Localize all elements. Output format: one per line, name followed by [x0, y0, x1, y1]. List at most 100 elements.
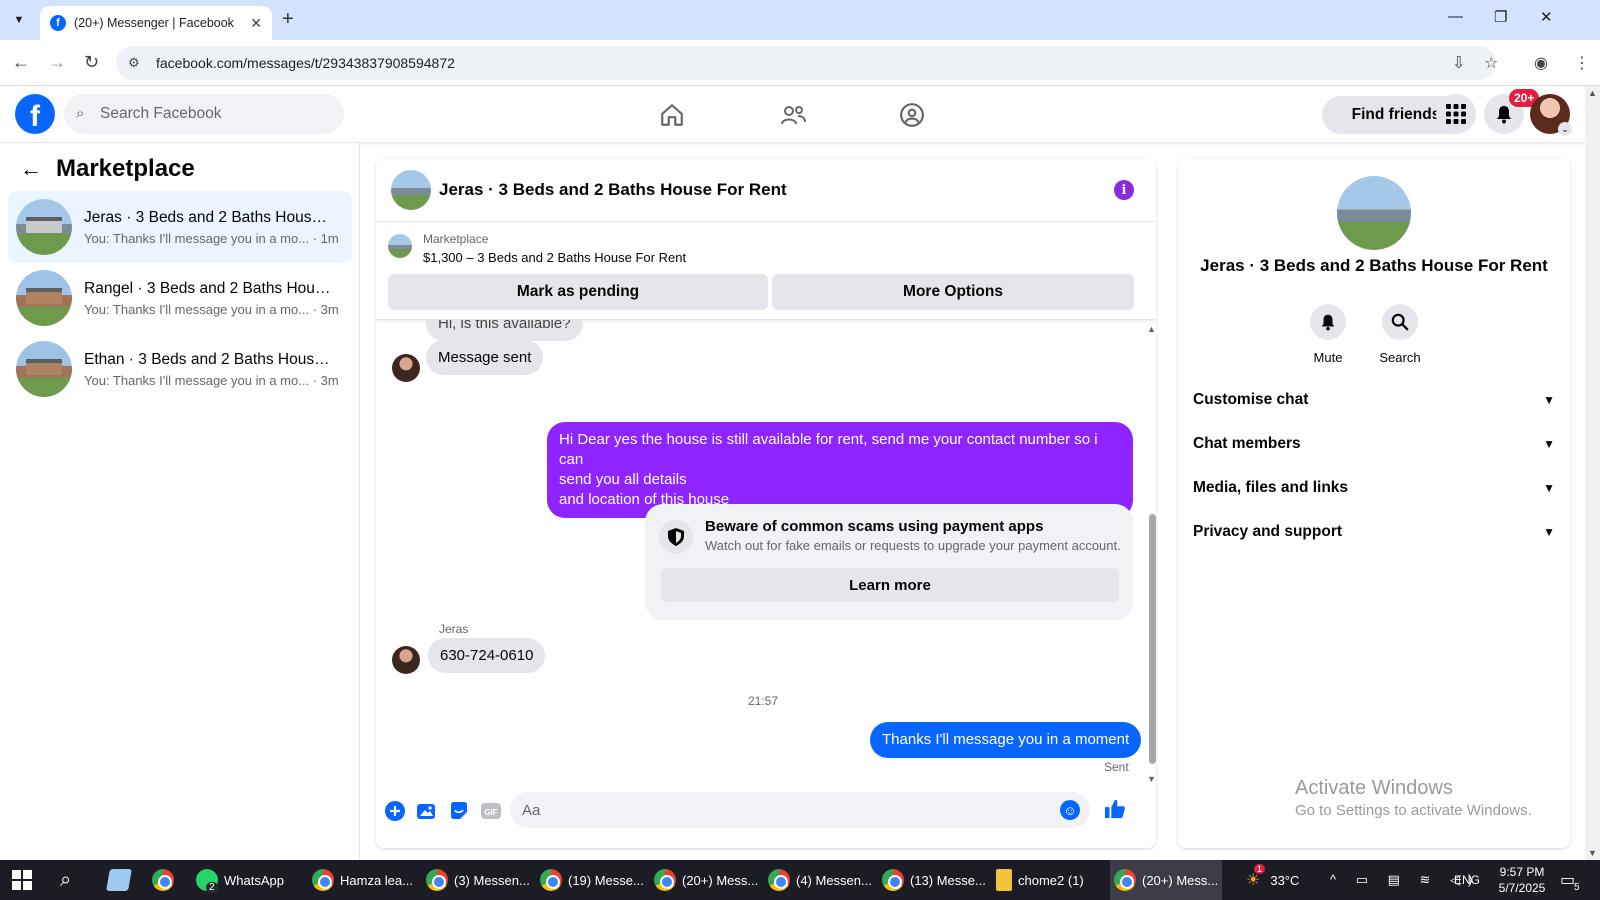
taskbar-app-chrome[interactable]: (3) Messen... [426, 860, 530, 900]
taskbar-app-chrome[interactable]: (4) Messen... [768, 860, 872, 900]
customise-chat-section[interactable]: Customise chat ▼ [1193, 380, 1555, 420]
conversation-preview: You: Thanks I'll message you in a mo... [84, 301, 310, 317]
message-timestamp: 21:57 [748, 694, 779, 708]
back-arrow-icon[interactable]: ← [20, 156, 42, 182]
menu-grid-icon[interactable] [1436, 94, 1476, 134]
weather-widget[interactable]: ☀ 1 33°C [1246, 860, 1299, 900]
page-title: ← Marketplace [20, 155, 195, 183]
minimize-icon[interactable]: — [1448, 8, 1463, 25]
taskbar-app-chrome[interactable]: Hamza lea... [312, 860, 413, 900]
taskbar-app-label: Hamza lea... [340, 872, 413, 888]
listing-title[interactable]: $1,300 – 3 Beds and 2 Baths House For Re… [423, 250, 686, 265]
search-label: Search [1379, 350, 1421, 365]
conversation-name: Ethan · 3 Beds and 2 Baths House ... [84, 350, 334, 368]
facebook-search-input[interactable]: ⌕ Search Facebook [64, 94, 344, 134]
new-tab-icon[interactable]: + [282, 8, 294, 31]
chrome-taskbar-icon[interactable] [152, 860, 180, 900]
taskbar-search-icon[interactable]: ⌕ [60, 860, 71, 900]
sticker-icon[interactable] [448, 800, 470, 822]
message-input[interactable]: Aa ☺ [510, 792, 1090, 828]
taskbar-app-chrome[interactable]: (20+) Mess... [654, 860, 758, 900]
learn-more-button[interactable]: Learn more [661, 568, 1119, 602]
taskbar-app-whatsapp[interactable]: WhatsApp 2 [196, 860, 284, 900]
url-text: facebook.com/messages/t/2934383790859487… [156, 55, 455, 71]
info-icon[interactable]: i [1114, 180, 1134, 200]
privacy-support-section[interactable]: Privacy and support ▼ [1193, 512, 1555, 552]
plus-icon[interactable] [384, 800, 406, 822]
message-status: Sent [1104, 760, 1129, 774]
browser-tab[interactable]: f (20+) Messenger | Facebook ✕ [40, 6, 272, 40]
scrollbar-thumb[interactable] [1149, 514, 1156, 764]
account-avatar[interactable]: ⌄ [1530, 94, 1572, 136]
conversation-name: Jeras · 3 Beds and 2 Baths House F... [84, 208, 334, 226]
chat-members-section[interactable]: Chat members ▼ [1193, 424, 1555, 464]
start-icon[interactable] [12, 860, 32, 900]
mute-label: Mute [1313, 350, 1343, 365]
emoji-icon[interactable]: ☺ [1060, 800, 1080, 820]
taskbar-app-folder[interactable]: chome2 (1) [996, 860, 1084, 900]
language-indicator[interactable]: ENG [1454, 860, 1480, 900]
profile-icon[interactable]: ◉ [1534, 53, 1548, 73]
marketplace-listing-bar: Marketplace $1,300 – 3 Beds and 2 Baths … [376, 222, 1156, 320]
install-app-icon[interactable]: ⇩ [1452, 53, 1465, 73]
search-in-conversation-button[interactable]: Search [1365, 304, 1435, 365]
conversation-time: · 3m [312, 301, 339, 317]
chat-avatar[interactable] [391, 169, 431, 210]
sender-avatar[interactable] [392, 646, 420, 674]
back-icon[interactable]: ← [12, 52, 30, 73]
clock[interactable]: 9:57 PM 5/7/2025 [1492, 860, 1552, 900]
restore-icon[interactable]: ❐ [1494, 8, 1507, 26]
whatsapp-badge: 2 [206, 882, 218, 893]
section-label: Media, files and links [1193, 479, 1349, 496]
media-files-links-section[interactable]: Media, files and links ▼ [1193, 468, 1555, 508]
gif-icon-label: GIF [484, 808, 497, 817]
taskbar-app-label: (19) Messe... [568, 872, 644, 888]
bookmark-star-icon[interactable]: ☆ [1484, 53, 1498, 73]
browser-menu-icon[interactable]: ⋮ [1574, 53, 1590, 73]
thumbs-up-icon[interactable] [1104, 798, 1126, 820]
photo-icon[interactable] [416, 800, 438, 822]
section-label: Chat members [1193, 435, 1301, 452]
conversation-time: · 3m [312, 372, 339, 388]
chat-scrollbar[interactable]: ▲ ▼ [1147, 324, 1156, 784]
groups-icon[interactable] [895, 98, 929, 132]
home-icon[interactable] [655, 98, 689, 132]
activate-windows-watermark: Activate Windows Go to Settings to activ… [1295, 777, 1532, 819]
list-item[interactable]: Jeras · 3 Beds and 2 Baths House F... Yo… [8, 191, 352, 263]
page-scrollbar[interactable]: ▲ ▼ [1585, 86, 1600, 860]
gif-icon[interactable]: GIF [480, 800, 502, 822]
sender-avatar[interactable] [392, 354, 420, 382]
message-thread: Hi, is this available? Message sent Hi D… [376, 320, 1156, 784]
url-field[interactable]: ⚙ facebook.com/messages/t/29343837908594… [116, 46, 1496, 80]
tab-close-icon[interactable]: ✕ [250, 15, 262, 32]
close-window-icon[interactable]: ✕ [1540, 8, 1553, 26]
taskbar-app-label: (4) Messen... [796, 872, 872, 888]
friends-icon[interactable] [776, 98, 810, 132]
list-item[interactable]: Ethan · 3 Beds and 2 Baths House ... You… [8, 333, 352, 405]
file-explorer-icon[interactable] [106, 860, 136, 900]
facebook-logo-icon[interactable]: f [15, 94, 55, 134]
notification-center-icon[interactable]: ▭ 5 [1560, 860, 1580, 900]
marketplace-label: Marketplace [423, 232, 489, 246]
chevron-down-icon: ⌄ [1558, 122, 1572, 136]
conversation-info-panel: Jeras · 3 Beds and 2 Baths House For Ren… [1178, 158, 1570, 848]
more-options-button[interactable]: More Options [772, 274, 1134, 310]
site-info-icon[interactable]: ⚙ [128, 55, 140, 71]
shield-icon [659, 520, 693, 554]
mark-as-pending-button[interactable]: Mark as pending [388, 274, 768, 310]
forward-icon[interactable]: → [48, 52, 66, 73]
chat-title[interactable]: Jeras · 3 Beds and 2 Baths House For Ren… [439, 180, 787, 200]
taskbar-app-chrome-active[interactable]: (20+) Mess... [1110, 860, 1222, 900]
taskbar-app-label: (20+) Mess... [682, 872, 759, 888]
reload-icon[interactable]: ↻ [84, 52, 99, 73]
watermark-title: Activate Windows [1295, 777, 1453, 799]
chat-header: Jeras · 3 Beds and 2 Baths House For Ren… [376, 158, 1156, 222]
list-item[interactable]: Rangel · 3 Beds and 2 Baths House... You… [8, 262, 352, 334]
taskbar-app-chrome[interactable]: (13) Messe... [882, 860, 986, 900]
listing-thumbnail[interactable] [388, 234, 412, 258]
mute-button[interactable]: Mute [1293, 304, 1363, 365]
taskbar-app-chrome[interactable]: (19) Messe... [540, 860, 644, 900]
scam-warning-card: Beware of common scams using payment app… [645, 504, 1133, 620]
tab-search-icon[interactable]: ▼ [8, 9, 30, 31]
conversation-preview: You: Thanks I'll message you in a mo... [84, 372, 310, 388]
